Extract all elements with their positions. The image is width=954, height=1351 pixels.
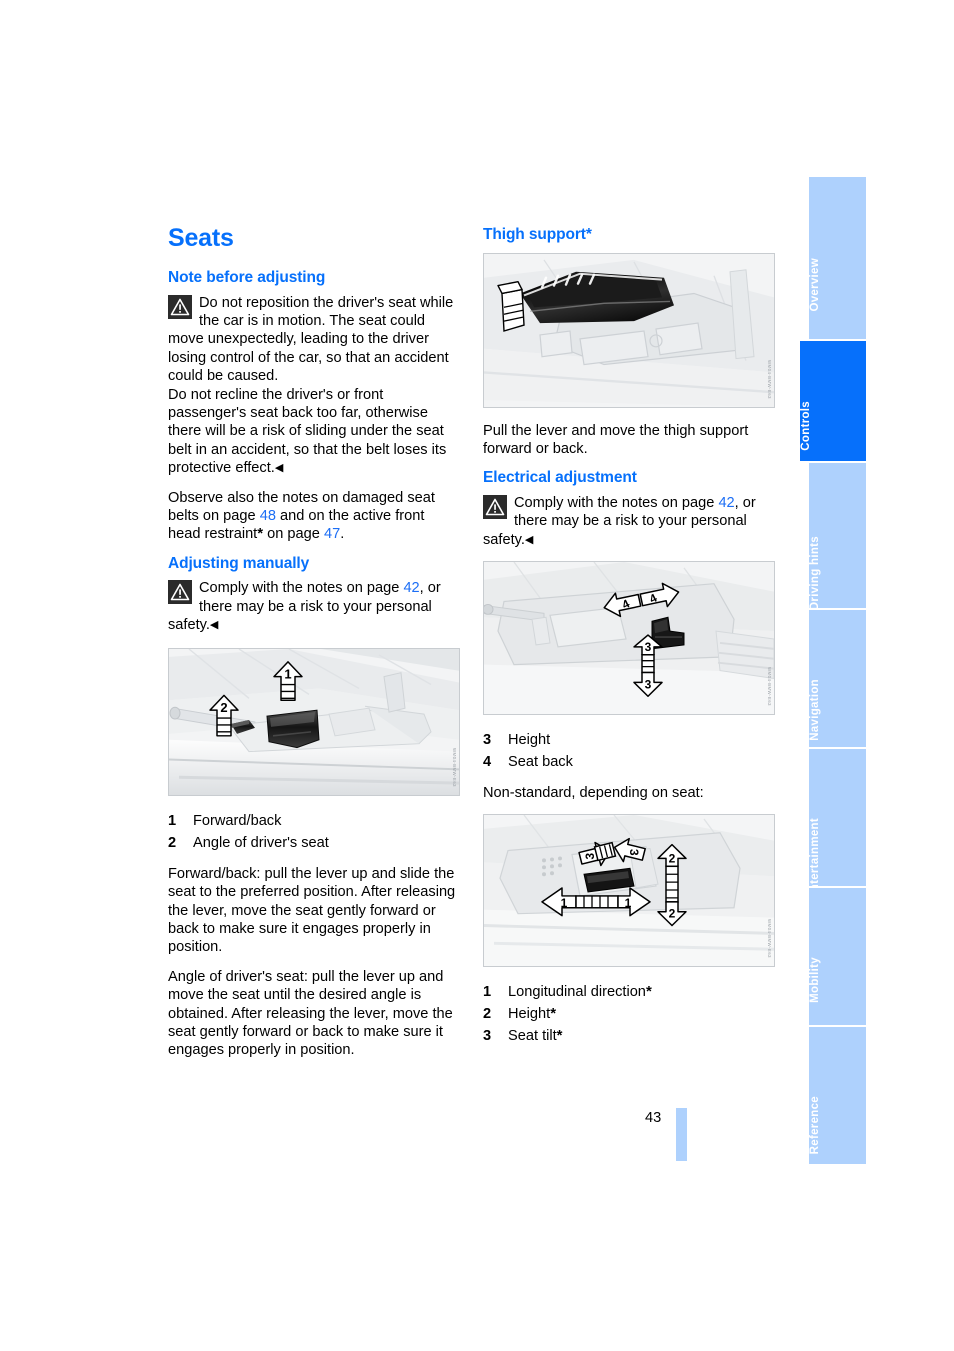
legend-label-text: Seat tilt bbox=[508, 1027, 557, 1044]
figure-manual-adjustment: 1 2 WM04-BMW-E63 bbox=[168, 647, 460, 796]
heading-adjusting-manually: Adjusting manually bbox=[168, 554, 310, 572]
svg-text:3: 3 bbox=[645, 640, 652, 654]
page-number-bar bbox=[676, 1108, 687, 1161]
observe-end-text: . bbox=[340, 526, 345, 543]
paragraph-thigh-support: Pull the lever and move the thigh suppor… bbox=[483, 422, 749, 457]
legend-number: 3 bbox=[483, 732, 492, 749]
section-tab-rail: Overview Controls Driving hints Navigati… bbox=[800, 177, 866, 1166]
svg-text:2: 2 bbox=[669, 851, 676, 865]
sidebar-tab-label: Mobility bbox=[809, 956, 821, 1003]
legend-number: 4 bbox=[483, 754, 492, 771]
warning-text-2: Do not recline the driver's or front pas… bbox=[168, 386, 447, 477]
sidebar-tab-reference[interactable]: Reference bbox=[809, 1027, 866, 1164]
warning-block-electrical: Comply with the notes on page 42, or the… bbox=[483, 494, 775, 549]
legend-number: 2 bbox=[483, 1005, 492, 1022]
svg-text:2: 2 bbox=[220, 700, 227, 715]
legend-label: Height* bbox=[508, 1003, 775, 1025]
legend-label: Height bbox=[508, 732, 551, 749]
legend-label: Longitudinal direction* bbox=[508, 981, 775, 1003]
page-title: Seats bbox=[168, 224, 234, 252]
sidebar-tab-controls[interactable]: Controls bbox=[800, 341, 866, 461]
svg-text:1: 1 bbox=[284, 666, 291, 681]
sidebar-tab-mobility[interactable]: Mobility bbox=[809, 888, 866, 1025]
manual-warning-pre: Comply with the notes on page bbox=[199, 580, 404, 597]
electrical-warning-pre: Comply with the notes on page bbox=[514, 495, 719, 511]
figure-credit: WM04-BMW-E63 bbox=[767, 359, 772, 399]
figure-electrical-adjustment: 4 4 3 3 WM04-BMW-E63 bbox=[483, 561, 775, 716]
paragraph-nonstandard-note: Non-standard, depending on seat: bbox=[483, 785, 704, 802]
sidebar-tab-label: Controls bbox=[800, 401, 812, 451]
legend-number: 1 bbox=[168, 812, 177, 829]
legend-item: 1 Longitudinal direction* bbox=[483, 981, 775, 1003]
asterisk-marker: * bbox=[556, 1026, 563, 1044]
legend-item: 3 Height bbox=[483, 729, 775, 751]
sidebar-tab-label: Entertainment bbox=[809, 817, 821, 899]
asterisk-marker: * bbox=[645, 982, 652, 1000]
paragraph-forward-back: Forward/back: pull the lever up and slid… bbox=[168, 865, 456, 956]
page-number: 43 bbox=[645, 1110, 662, 1126]
svg-text:3: 3 bbox=[627, 849, 641, 856]
page-ref-47[interactable]: 47 bbox=[324, 526, 340, 542]
legend-label: Forward/back bbox=[193, 812, 282, 829]
legend-item: 1 Forward/back bbox=[168, 810, 460, 832]
heading-thigh-support: Thigh support* bbox=[483, 226, 775, 245]
legend-label: Angle of driver's seat bbox=[193, 834, 329, 851]
warning-triangle-icon bbox=[168, 294, 192, 319]
asterisk-marker: * bbox=[585, 226, 592, 243]
svg-text:1: 1 bbox=[561, 895, 568, 909]
end-of-note-marker: ◀ bbox=[209, 619, 219, 632]
svg-text:1: 1 bbox=[625, 895, 632, 909]
sidebar-tab-label: Overview bbox=[809, 258, 821, 312]
paragraph-seat-angle: Angle of driver's seat: pull the lever u… bbox=[168, 968, 453, 1059]
page-ref-42[interactable]: 42 bbox=[718, 495, 734, 511]
page-ref-42[interactable]: 42 bbox=[403, 580, 419, 596]
legend-item: 2 Height* bbox=[483, 1003, 775, 1025]
warning-triangle-icon bbox=[168, 580, 192, 605]
legend-item: 2 Angle of driver's seat bbox=[168, 832, 460, 854]
end-of-note-marker: ◀ bbox=[524, 533, 534, 546]
sidebar-tab-label: Reference bbox=[809, 1095, 821, 1154]
svg-text:3: 3 bbox=[645, 678, 652, 692]
observe-paragraph: Observe also the notes on damaged seat b… bbox=[168, 489, 460, 544]
heading-thigh-support-text: Thigh support bbox=[483, 226, 586, 243]
asterisk-marker: * bbox=[550, 1004, 557, 1022]
legend-manual-adjustment: 1 Forward/back 2 Angle of driver's seat bbox=[168, 810, 460, 854]
legend-number: 3 bbox=[483, 1027, 492, 1044]
figure-thigh-support: WM04-BMW-E63 bbox=[483, 252, 775, 408]
sidebar-tab-entertainment[interactable]: Entertainment bbox=[809, 749, 866, 899]
sidebar-tab-navigation[interactable]: Navigation bbox=[809, 610, 866, 747]
legend-electrical-primary: 3 Height 4 Seat back bbox=[483, 729, 775, 773]
legend-electrical-secondary: 1 Longitudinal direction* 2 Height* 3 Se… bbox=[483, 981, 775, 1047]
left-column: Seats Note before adjusting Do not repos… bbox=[168, 226, 460, 1071]
sidebar-tab-overview[interactable]: Overview bbox=[809, 177, 866, 339]
legend-number: 1 bbox=[483, 983, 492, 1000]
legend-item: 4 Seat back bbox=[483, 751, 775, 773]
legend-item: 3 Seat tilt* bbox=[483, 1025, 775, 1047]
figure-credit: WM04-BMW-E63 bbox=[767, 918, 772, 958]
warning-text-1: Do not reposition the driver's seat whil… bbox=[168, 294, 454, 385]
warning-triangle-icon bbox=[483, 495, 507, 519]
observe-mid2-text: on page bbox=[263, 526, 324, 543]
legend-label-text: Longitudinal direction bbox=[508, 983, 646, 1000]
sidebar-tab-label: Driving hints bbox=[809, 535, 821, 610]
legend-label: Seat tilt* bbox=[508, 1025, 775, 1047]
sidebar-tab-label: Navigation bbox=[809, 678, 821, 741]
legend-label-text: Height bbox=[508, 1005, 551, 1022]
warning-block-note: Do not reposition the driver's seat whil… bbox=[168, 294, 460, 478]
end-of-note-marker: ◀ bbox=[274, 462, 284, 475]
page-ref-48[interactable]: 48 bbox=[260, 508, 276, 524]
legend-label: Seat back bbox=[508, 754, 573, 771]
legend-number: 2 bbox=[168, 834, 177, 851]
warning-block-manual: Comply with the notes on page 42, or the… bbox=[168, 579, 460, 634]
figure-electrical-nonstandard: 3 3 1 1 2 2 WM04-BMW-E63 bbox=[483, 813, 775, 967]
heading-electrical-adjustment: Electrical adjustment bbox=[483, 469, 637, 487]
manual-page: Seats Note before adjusting Do not repos… bbox=[0, 0, 954, 1351]
heading-note-before-adjusting: Note before adjusting bbox=[168, 269, 326, 286]
right-column: Thigh support* WM04-BMW-E63 Pull the lev… bbox=[483, 226, 775, 1058]
sidebar-tab-driving-hints[interactable]: Driving hints bbox=[809, 463, 866, 610]
figure-credit: WM04-BMW-E63 bbox=[767, 667, 772, 707]
figure-credit: WM04-BMW-E63 bbox=[452, 747, 457, 787]
svg-text:3: 3 bbox=[583, 852, 597, 859]
svg-text:2: 2 bbox=[669, 906, 676, 920]
